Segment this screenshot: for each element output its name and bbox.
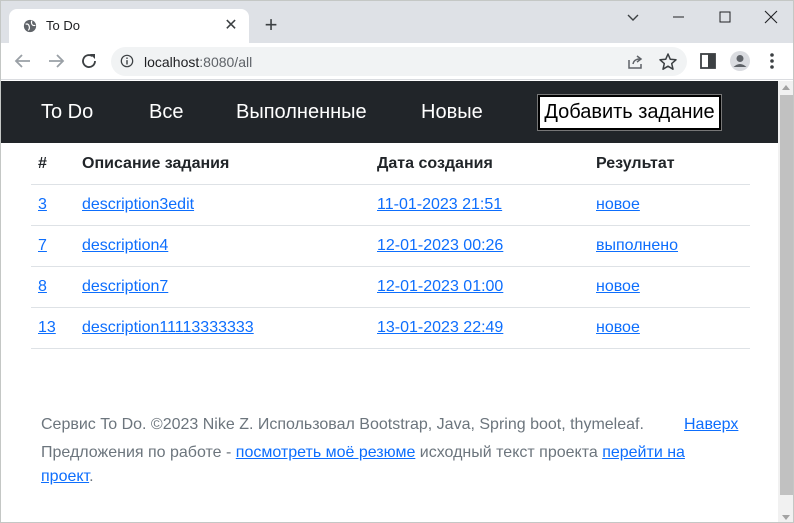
nav-link-completed[interactable]: Выполненные [236,101,367,124]
task-id-link[interactable]: 13 [38,319,56,336]
new-tab-icon[interactable]: + [259,14,283,38]
task-created-link[interactable]: 13-01-2023 22:49 [377,319,503,336]
footer-end: . [89,468,94,485]
footer-copyright: Сервис To Do. ©2023 Nike Z. Использовал … [41,416,644,433]
add-task-button[interactable]: Добавить задание [537,94,722,131]
tab-strip: To Do ✕ + [1,1,794,43]
scroll-down-arrow-icon[interactable] [782,515,790,520]
profile-avatar-icon[interactable] [729,50,751,72]
page-viewport: To Do Все Выполненные Новые Добавить зад… [1,81,778,522]
tab-title: To Do [46,18,80,33]
maximize-icon[interactable] [702,5,748,29]
tasks-table: # Описание задания Дата создания Результ… [31,143,750,349]
task-description-link[interactable]: description11113333333 [82,319,254,336]
task-id-link[interactable]: 8 [38,278,47,295]
table-row: 8 description7 12-01-2023 01:00 новое [31,266,750,308]
nav-link-new[interactable]: Новые [421,101,483,124]
table-row: 13 description11113333333 13-01-2023 22:… [31,307,750,349]
task-description-link[interactable]: description3edit [82,196,194,213]
globe-icon [23,19,37,33]
page-footer: Сервис To Do. ©2023 Nike Z. Использовал … [41,413,741,485]
back-icon[interactable] [11,49,35,73]
side-panel-icon[interactable] [697,50,719,72]
task-status-link[interactable]: новое [596,319,640,336]
task-description-link[interactable]: description7 [82,278,168,295]
close-tab-icon[interactable]: ✕ [221,16,241,36]
site-navbar: To Do Все Выполненные Новые Добавить зад… [1,81,778,143]
task-created-link[interactable]: 12-01-2023 00:26 [377,237,503,254]
back-to-top-link[interactable]: Наверх [684,413,738,437]
tab-search-icon[interactable] [610,5,656,29]
table-row: 7 description4 12-01-2023 00:26 выполнен… [31,225,750,267]
browser-tab[interactable]: To Do ✕ [9,9,249,43]
footer-source-text: исходный текст проекта [415,444,603,461]
task-id-link[interactable]: 3 [38,196,47,213]
task-status-link[interactable]: новое [596,278,640,295]
address-bar[interactable]: localhost:8080/all [111,47,687,76]
table-header-row: # Описание задания Дата создания Результ… [31,143,750,185]
scrollbar-thumb[interactable] [780,95,793,495]
task-description-link[interactable]: description4 [82,237,168,254]
vertical-scrollbar[interactable] [778,81,793,522]
table-row: 3 description3edit 11-01-2023 21:51 ново… [31,184,750,226]
forward-icon[interactable] [44,49,68,73]
bookmark-star-icon[interactable] [657,51,679,73]
browser-window: To Do ✕ + localhost:8080/all To Do Все В… [0,0,794,523]
nav-link-all[interactable]: Все [149,101,183,124]
footer-offers: Предложения по работе - посмотреть моё р… [41,441,701,489]
info-icon[interactable] [120,54,134,68]
column-header-id: # [31,143,82,185]
share-icon[interactable] [625,51,647,73]
url-text: localhost:8080/all [144,54,253,70]
column-header-status: Результат [596,143,750,185]
menu-kebab-icon[interactable] [761,50,783,72]
minimize-icon[interactable] [656,5,702,29]
browser-toolbar: localhost:8080/all [1,43,793,80]
column-header-description: Описание задания [82,143,377,185]
reload-icon[interactable] [77,49,101,73]
task-status-link[interactable]: новое [596,196,640,213]
scroll-up-arrow-icon[interactable] [782,85,790,90]
task-created-link[interactable]: 11-01-2023 21:51 [377,196,502,213]
task-created-link[interactable]: 12-01-2023 01:00 [377,278,503,295]
resume-link[interactable]: посмотреть моё резюме [236,444,416,461]
close-window-icon[interactable] [748,5,794,29]
task-id-link[interactable]: 7 [38,237,47,254]
nav-brand-link[interactable]: To Do [41,101,93,124]
footer-offers-prefix: Предложения по работе - [41,444,236,461]
column-header-created: Дата создания [377,143,596,185]
task-status-link[interactable]: выполнено [596,237,678,254]
